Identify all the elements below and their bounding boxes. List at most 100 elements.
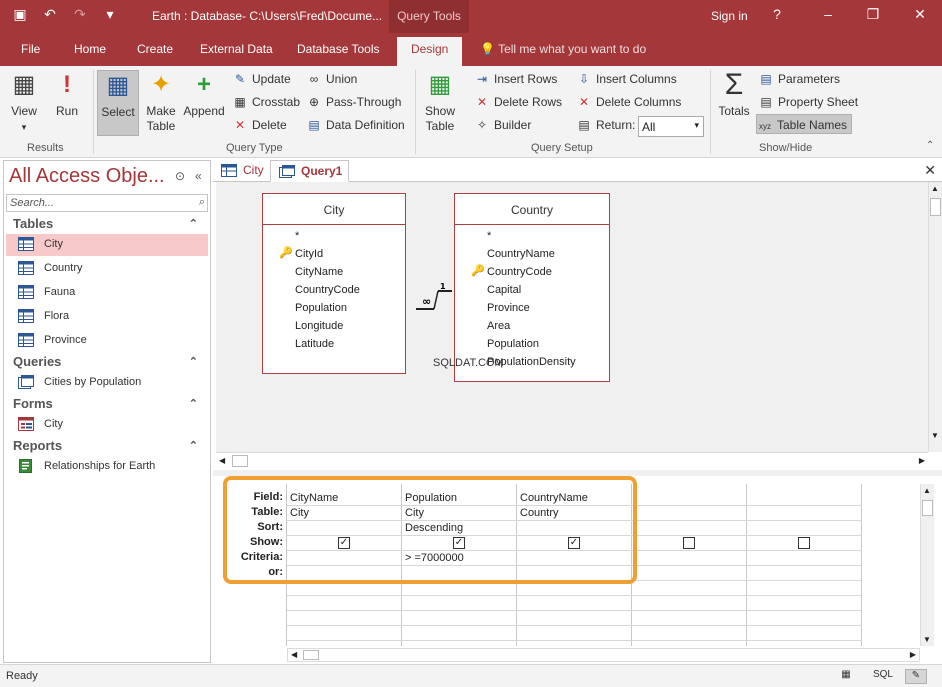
grid-cell-or[interactable] [747, 566, 862, 581]
restore-icon[interactable]: ❐ [863, 6, 883, 23]
diagram-vertical-scrollbar[interactable]: ▲ ▼ [928, 182, 942, 452]
select-query-button[interactable]: ▦ Select [97, 70, 139, 136]
collapse-nav-icon[interactable]: « [195, 169, 202, 183]
grid-cell-or[interactable] [632, 566, 747, 581]
scroll-down-icon[interactable]: ▼ [931, 431, 939, 440]
sign-in-link[interactable]: Sign in [711, 9, 748, 23]
nav-item-city-table[interactable]: City [6, 234, 208, 256]
grid-cell-criteria[interactable] [747, 551, 862, 566]
grid-cell-sort[interactable] [632, 521, 747, 536]
grid-cell-empty[interactable] [402, 611, 517, 626]
append-button[interactable]: + Append [182, 70, 226, 119]
builder-button[interactable]: ✧ Builder [474, 115, 531, 135]
grid-cell-empty[interactable] [517, 611, 632, 626]
collapse-up-icon[interactable]: ⌃ [189, 217, 198, 230]
parameters-button[interactable]: ▤ Parameters [758, 69, 840, 89]
show-checkbox[interactable] [798, 537, 810, 549]
field-item[interactable]: Population [455, 335, 609, 353]
tab-database-tools[interactable]: Database Tools [297, 42, 380, 56]
grid-cell-empty[interactable] [517, 626, 632, 641]
grid-cell-field[interactable] [632, 491, 747, 506]
run-button[interactable]: ! Run [50, 70, 84, 119]
nav-category-tables[interactable]: Tables ⌃ [4, 214, 210, 234]
grid-cell-empty[interactable] [632, 596, 747, 611]
grid-cell-show[interactable] [632, 536, 747, 551]
scroll-thumb[interactable] [922, 500, 933, 516]
field-item[interactable]: Longitude [263, 317, 405, 335]
grid-horizontal-scrollbar[interactable]: ◀ ▶ [287, 648, 920, 662]
field-item[interactable]: CountryName [455, 245, 609, 263]
datasheet-view-icon[interactable]: ▦ [835, 669, 857, 684]
union-button[interactable]: ∞ Union [306, 69, 358, 89]
help-icon[interactable]: ? [767, 6, 787, 22]
grid-cell-empty[interactable] [632, 581, 747, 596]
nav-category-reports[interactable]: Reports ⌃ [4, 436, 210, 456]
nav-menu-icon[interactable]: ⊙ [175, 169, 185, 183]
field-item[interactable]: * [455, 227, 609, 245]
field-item[interactable]: Population [263, 299, 405, 317]
field-item[interactable]: Province [455, 299, 609, 317]
grid-cell-empty[interactable] [632, 611, 747, 626]
collapse-up-icon[interactable]: ⌃ [189, 397, 198, 410]
grid-vertical-scrollbar[interactable]: ▲ ▼ [920, 484, 934, 646]
sql-view-button[interactable]: SQL [872, 669, 894, 684]
nav-pane-title[interactable]: All Access Obje... [9, 165, 165, 188]
collapse-ribbon-icon[interactable]: ⌃ [926, 140, 934, 151]
grid-cell-table[interactable] [632, 506, 747, 521]
delete-columns-button[interactable]: ✕ Delete Columns [576, 92, 681, 112]
grid-cell-empty[interactable] [287, 596, 402, 611]
grid-cell-empty[interactable] [747, 626, 862, 641]
field-item[interactable]: Latitude [263, 335, 405, 353]
grid-cell-empty[interactable] [402, 596, 517, 611]
make-table-button[interactable]: ✦ Make Table [142, 70, 180, 134]
scroll-up-icon[interactable]: ▲ [923, 486, 931, 495]
design-view-icon[interactable]: ✎ [905, 669, 927, 684]
property-sheet-button[interactable]: ▤ Property Sheet [758, 92, 858, 112]
grid-cell-sort[interactable] [747, 521, 862, 536]
doc-tab-query1[interactable]: Query1 [270, 160, 350, 182]
nav-item-cities-by-population[interactable]: Cities by Population [6, 372, 208, 394]
close-document-icon[interactable]: ✕ [924, 162, 936, 179]
undo-icon[interactable]: ↶ [40, 6, 60, 23]
tab-external-data[interactable]: External Data [200, 42, 273, 56]
insert-rows-button[interactable]: ⇥ Insert Rows [474, 69, 557, 89]
scroll-left-icon[interactable]: ◀ [219, 456, 225, 465]
nav-category-queries[interactable]: Queries ⌃ [4, 352, 210, 372]
field-item-primary-key[interactable]: 🔑 CountryCode [455, 263, 609, 281]
field-item[interactable]: Area [455, 317, 609, 335]
data-definition-button[interactable]: ▤ Data Definition [306, 115, 404, 135]
scroll-left-icon[interactable]: ◀ [291, 650, 297, 659]
scroll-right-icon[interactable]: ▶ [910, 650, 916, 659]
nav-item-country-table[interactable]: Country [6, 258, 208, 280]
return-select[interactable]: All ▾ [638, 116, 704, 137]
tab-home[interactable]: Home [74, 42, 106, 56]
relationship-join-line[interactable]: ∞ 1 [416, 281, 456, 313]
diagram-horizontal-scrollbar[interactable]: ◀ ▶ [216, 452, 928, 470]
nav-item-fauna-table[interactable]: Fauna [6, 282, 208, 304]
grid-cell-empty[interactable] [747, 611, 862, 626]
scroll-thumb[interactable] [232, 455, 248, 467]
grid-cell-empty[interactable] [632, 626, 747, 641]
save-icon[interactable]: ▣ [10, 6, 30, 23]
grid-cell-criteria[interactable] [632, 551, 747, 566]
field-list-title[interactable]: Country [455, 194, 609, 225]
tab-create[interactable]: Create [137, 42, 173, 56]
scroll-down-icon[interactable]: ▼ [923, 635, 931, 644]
nav-search-input[interactable]: Search... ⌕ [6, 194, 208, 212]
scroll-right-icon[interactable]: ▶ [919, 456, 925, 465]
tell-me-box[interactable]: 💡 Tell me what you want to do [480, 42, 646, 56]
nav-item-flora-table[interactable]: Flora [6, 306, 208, 328]
field-list-country[interactable]: Country * CountryName 🔑 CountryCode Capit… [454, 193, 610, 382]
scroll-up-icon[interactable]: ▲ [931, 184, 939, 193]
grid-cell-empty[interactable] [747, 581, 862, 596]
grid-cell-empty[interactable] [517, 596, 632, 611]
field-list-city[interactable]: City * 🔑 CityId CityName CountryCode Popu… [262, 193, 406, 374]
minimize-icon[interactable]: – [818, 6, 838, 22]
nav-item-relationships-report[interactable]: Relationships for Earth [6, 456, 208, 478]
delete-query-button[interactable]: ✕ Delete [232, 115, 287, 135]
field-list-title[interactable]: City [263, 194, 405, 225]
tab-file[interactable]: File [21, 42, 40, 56]
show-checkbox[interactable] [683, 537, 695, 549]
grid-cell-table[interactable] [747, 506, 862, 521]
field-item[interactable]: CityName [263, 263, 405, 281]
